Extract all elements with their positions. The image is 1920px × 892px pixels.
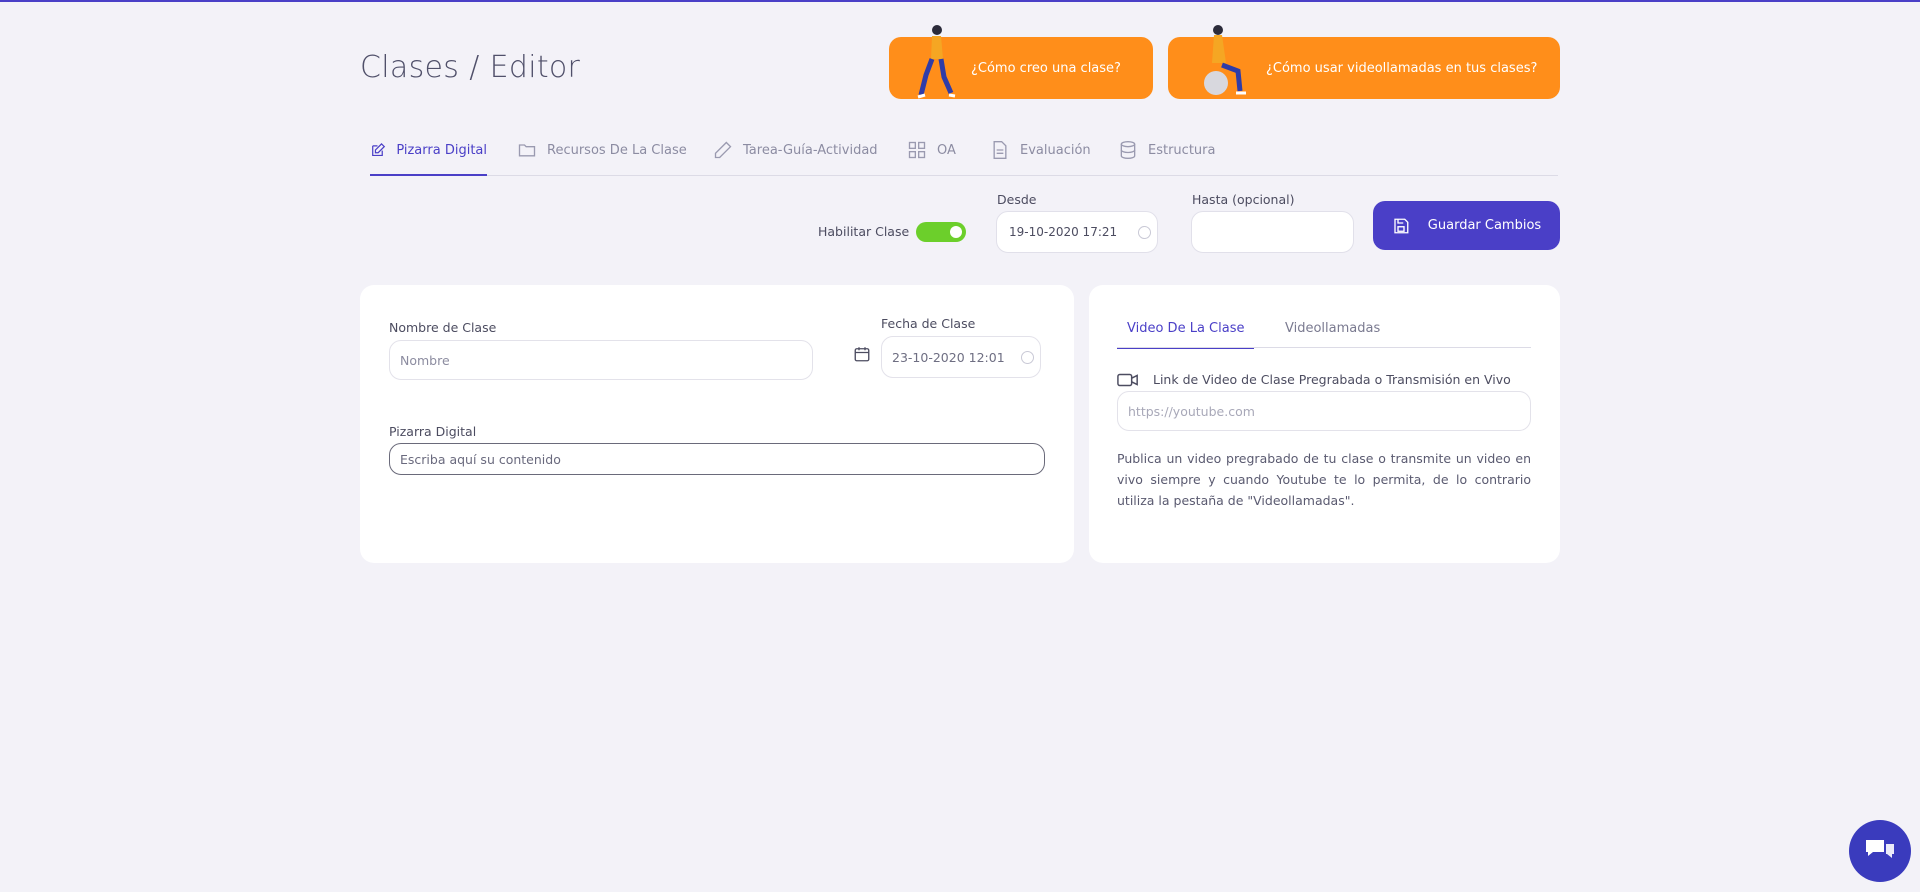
tab-label: Recursos De La Clase <box>547 143 687 158</box>
board-label: Pizarra Digital <box>389 424 477 439</box>
hasta-field[interactable] <box>1191 211 1354 253</box>
enable-class-label: Habilitar Clase <box>818 224 910 239</box>
walking-person-icon <box>917 25 956 99</box>
how-use-videocalls-button[interactable]: ¿Cómo usar videollamadas en tus clases? <box>1168 25 1560 99</box>
clock-icon <box>1138 226 1151 239</box>
class-name-input[interactable]: Nombre <box>389 340 813 380</box>
breadcrumb-separator: / <box>469 50 480 85</box>
tab-label: Estructura <box>1148 143 1216 158</box>
desde-field[interactable]: 19-10-2020 17:21 <box>996 211 1158 253</box>
pencil-icon <box>714 141 732 159</box>
tab-label: OA <box>937 143 956 158</box>
tab-tarea[interactable]: Tarea-Guía-Actividad <box>713 141 878 176</box>
class-date-value: 23-10-2020 12:01 <box>892 349 1005 365</box>
breadcrumb-section[interactable]: Clases <box>360 50 459 85</box>
board-input[interactable]: Escriba aquí su contenido <box>389 443 1045 475</box>
desde-label: Desde <box>997 192 1037 207</box>
how-create-class-label: ¿Cómo creo una clase? <box>971 60 1121 76</box>
class-date-input[interactable]: 23-10-2020 12:01 <box>881 336 1041 378</box>
tab-recursos[interactable]: Recursos De La Clase <box>517 142 687 176</box>
video-link-label: Link de Video de Clase Pregrabada o Tran… <box>1153 372 1511 387</box>
class-details-card: Nombre de Clase Nombre Fecha de Clase 23… <box>360 285 1074 563</box>
folder-icon <box>518 144 536 157</box>
video-link-input[interactable]: https://youtube.com <box>1117 391 1531 431</box>
tab-evaluacion[interactable]: Evaluación <box>990 141 1091 176</box>
calendar-icon[interactable] <box>853 345 871 363</box>
chat-button[interactable] <box>1849 820 1911 882</box>
breadcrumb-current: Editor <box>489 50 581 85</box>
page-title: Clases / Editor <box>360 50 580 85</box>
chat-icon <box>1866 840 1894 858</box>
subtabs-divider <box>1117 347 1531 348</box>
how-create-class-button[interactable]: ¿Cómo creo una clase? <box>889 25 1153 99</box>
editor-tabs: Pizarra Digital Recursos De La Clase Tar… <box>370 141 1558 176</box>
how-use-videocalls-label: ¿Cómo usar videollamadas en tus clases? <box>1266 60 1538 76</box>
document-icon <box>993 141 1007 159</box>
video-description: Publica un video pregrabado de tu clase … <box>1117 451 1531 508</box>
save-changes-button[interactable]: Guardar Cambios <box>1373 201 1560 250</box>
desde-value: 19-10-2020 17:21 <box>1009 225 1118 239</box>
class-name-placeholder: Nombre <box>400 352 450 368</box>
tab-pizarra-digital[interactable]: Pizarra Digital <box>370 142 487 176</box>
board-placeholder: Escriba aquí su contenido <box>400 451 561 467</box>
grid-icon <box>908 141 926 159</box>
tab-label: Evaluación <box>1020 143 1091 158</box>
video-card: Video De La Clase Videollamadas Link de … <box>1089 285 1560 563</box>
video-link-placeholder: https://youtube.com <box>1128 403 1255 419</box>
tab-label: Tarea-Guía-Actividad <box>743 143 878 158</box>
class-name-label: Nombre de Clase <box>389 320 497 335</box>
save-changes-label: Guardar Cambios <box>1427 218 1542 233</box>
clock-icon <box>1021 351 1034 364</box>
tab-estructura[interactable]: Estructura <box>1118 141 1216 176</box>
save-icon <box>1394 218 1409 233</box>
class-date-label: Fecha de Clase <box>881 316 976 331</box>
enable-class-toggle[interactable] <box>916 222 966 242</box>
video-camera-icon <box>1117 373 1138 387</box>
tab-videollamadas[interactable]: Videollamadas <box>1285 321 1380 349</box>
sitting-person-icon <box>1204 25 1246 95</box>
tab-video-de-la-clase[interactable]: Video De La Clase <box>1117 321 1255 349</box>
tab-oa[interactable]: OA <box>907 141 956 176</box>
database-icon <box>1120 141 1136 160</box>
edit-icon <box>372 143 386 157</box>
tab-label: Pizarra Digital <box>396 143 487 158</box>
hasta-label: Hasta (opcional) <box>1192 192 1295 207</box>
